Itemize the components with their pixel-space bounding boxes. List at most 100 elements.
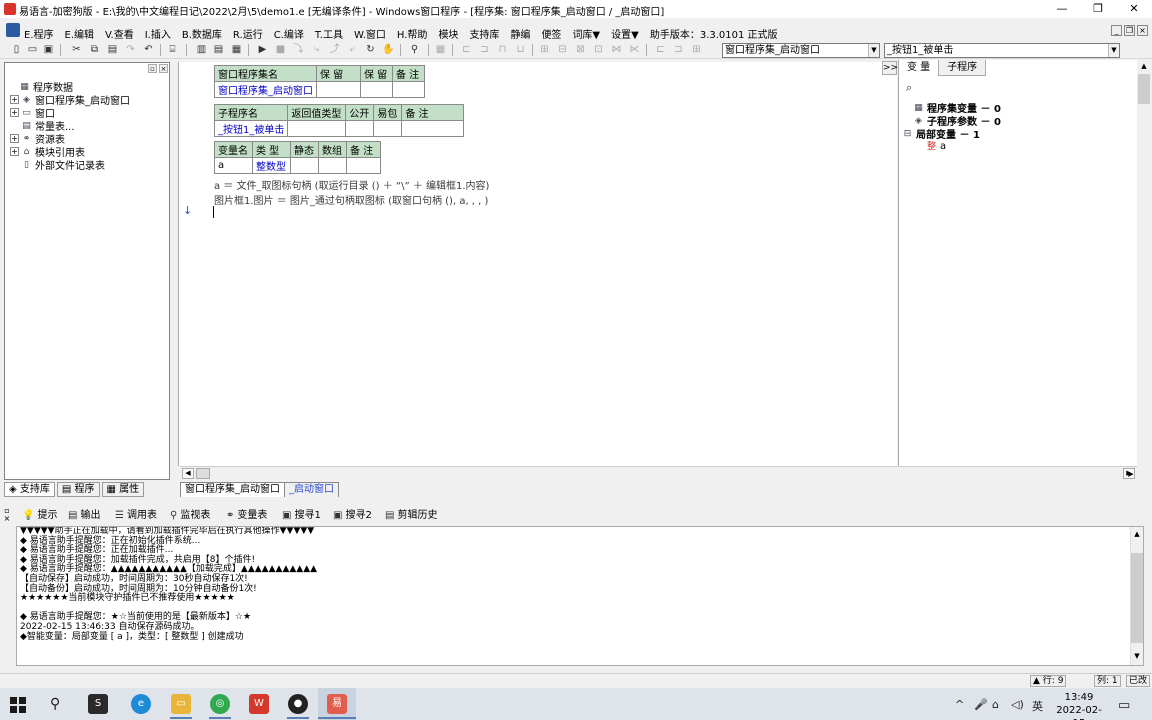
paste-icon[interactable]: ▤ — [106, 43, 119, 56]
minimize-button[interactable]: — — [1044, 0, 1080, 18]
tree-item[interactable]: + ⚭ 资源表 — [8, 132, 166, 146]
ime-indicator[interactable]: 英 — [1032, 698, 1043, 714]
table-cell[interactable] — [287, 120, 347, 137]
step-over-icon[interactable]: ⤴ — [328, 43, 341, 56]
table-cell[interactable] — [373, 120, 403, 137]
menu-help[interactable]: H.帮助 — [397, 26, 428, 41]
table-cell[interactable] — [290, 157, 319, 174]
edge-browser-icon[interactable]: e — [131, 694, 151, 714]
run-icon[interactable]: ▶ — [256, 43, 269, 56]
code-line[interactable]: a ＝ 文件_取图标句柄 (取运行目录 () ＋ “\” ＋ 编辑框1.内容) — [214, 177, 489, 192]
menu-compile[interactable]: C.编译 — [274, 26, 304, 41]
vertical-scrollbar[interactable]: ▲ — [1137, 60, 1151, 466]
split-view-icon[interactable]: ▦ — [230, 43, 243, 56]
tree-item[interactable]: + ▭ 窗口 — [8, 106, 166, 120]
menu-tools[interactable]: T.工具 — [315, 26, 343, 41]
splitter[interactable] — [171, 62, 178, 480]
same-size-icon[interactable]: ⊠ — [574, 43, 587, 56]
table-cell[interactable]: _按钮1_被单击 — [213, 120, 289, 137]
tree-item[interactable]: + ◈ 窗口程序集_启动窗口 — [8, 93, 166, 107]
layout-view-icon[interactable]: ▥ — [195, 43, 208, 56]
align-top-icon[interactable]: ⊓ — [496, 43, 509, 56]
tab-search2[interactable]: ▣ 搜寻2 — [333, 507, 372, 523]
new-file-icon[interactable]: ▯ — [10, 43, 23, 56]
code-editor[interactable]: ↓ 窗口程序集名 保 留 保 留 备 注 窗口程序集_启动窗口 子程序名 返回值… — [178, 62, 897, 466]
spacing-h-icon[interactable]: ⋈ — [610, 43, 623, 56]
table-cell[interactable] — [392, 81, 425, 98]
output-console[interactable]: ▼▼▼▼▼助手正在加载中，请看到加载插件完毕后在执行其他操作▼▼▼▼▼ ◆ 易语言… — [16, 526, 1144, 666]
tab-search1[interactable]: ▣ 搜寻1 — [282, 507, 321, 523]
order-front-icon[interactable]: ⊏ — [654, 43, 667, 56]
panel-close-button[interactable]: × — [159, 64, 168, 73]
tab-variable-table[interactable]: ⚭ 变量表 — [226, 507, 267, 523]
binoculars-icon[interactable]: ⚲ — [408, 43, 421, 56]
tree-item[interactable]: ▤ 常量表... — [8, 119, 166, 134]
document-icon[interactable] — [6, 23, 20, 37]
app-s-icon[interactable]: S — [88, 694, 108, 714]
table-cell[interactable]: a — [214, 157, 253, 174]
notification-icon[interactable]: ▭ — [1118, 698, 1130, 713]
subroutine-select[interactable]: _按钮1_被单击 ▼ — [884, 43, 1120, 58]
table-cell[interactable] — [401, 120, 465, 137]
panel-float-button[interactable]: ▫ — [148, 64, 157, 73]
tab-support-library[interactable]: ◈ 支持库 — [4, 482, 55, 497]
clock[interactable]: 13:49 2022-02-15 — [1052, 691, 1106, 720]
yiyuyan-app-icon[interactable]: 易 — [327, 694, 347, 714]
align-bottom-icon[interactable]: ⊔ — [514, 43, 527, 56]
mdi-close-button[interactable]: × — [1137, 25, 1148, 36]
menu-program[interactable]: E.程序 — [24, 26, 54, 41]
variable-node-icon[interactable]: ⊟ — [902, 129, 913, 139]
hand-icon[interactable]: ✋ — [382, 43, 395, 56]
menu-edit[interactable]: E.编辑 — [65, 26, 95, 41]
menu-lexicon[interactable]: 词库▼ — [572, 26, 600, 41]
table-cell[interactable] — [345, 120, 375, 137]
redo-icon[interactable]: ↷ — [124, 43, 137, 56]
chevron-down-icon[interactable]: ▼ — [868, 44, 879, 57]
expand-toggle-icon[interactable]: + — [10, 147, 19, 156]
menu-window[interactable]: W.窗口 — [354, 26, 386, 41]
windows-start-icon[interactable] — [10, 697, 26, 713]
variable-tree-item[interactable]: ⊟ 局部变量 － 1 — [902, 127, 1128, 142]
scroll-thumb[interactable] — [1138, 74, 1150, 104]
table-cell[interactable]: 窗口程序集_启动窗口 — [214, 81, 317, 98]
restore-button[interactable]: ❐ — [1080, 0, 1116, 18]
tab-hints[interactable]: 💡 提示 — [22, 507, 57, 523]
horizontal-scrollbar[interactable]: ◀ ▶ — [180, 466, 1137, 479]
scroll-down-icon[interactable]: ▼ — [1131, 650, 1143, 662]
network-icon[interactable]: ⌂ — [992, 698, 999, 711]
tab-assembly-window[interactable]: 窗口程序集_启动窗口 — [180, 482, 285, 497]
menu-insert[interactable]: I.插入 — [145, 26, 171, 41]
scroll-right-icon[interactable]: ▶ — [1126, 469, 1136, 479]
tab-clipboard-history[interactable]: ▤ 剪辑历史 — [385, 507, 437, 523]
tab-properties[interactable]: ▦ 属性 — [101, 482, 145, 497]
tab-call-table[interactable]: ☰ 调用表 — [115, 507, 157, 523]
expand-toggle-icon[interactable]: + — [10, 134, 19, 143]
save-icon[interactable]: ▣ — [42, 43, 55, 56]
search-icon[interactable]: ⌕ — [906, 81, 912, 95]
panel-close-button[interactable]: ▫ × — [2, 507, 12, 523]
lock-layout-icon[interactable]: ⊞ — [690, 43, 703, 56]
table-cell[interactable] — [360, 81, 393, 98]
step-out-icon[interactable]: ⤶ — [346, 43, 359, 56]
menu-support-lib[interactable]: 支持库 — [469, 26, 499, 41]
menu-module[interactable]: 模块 — [438, 26, 458, 41]
menu-settings[interactable]: 设置▼ — [611, 26, 639, 41]
align-left-icon[interactable]: ⊏ — [460, 43, 473, 56]
code-line[interactable]: 图片框1.图片 ＝ 图片_通过句柄取图标 (取窗口句柄 (), a, , , ) — [214, 192, 488, 207]
table-cell[interactable] — [318, 157, 347, 174]
tab-subroutines[interactable]: 子程序 — [939, 60, 987, 76]
step-icon[interactable]: ⤵ — [292, 43, 305, 56]
stop-icon[interactable]: ■ — [274, 43, 287, 56]
tab-startup-window[interactable]: _启动窗口 — [284, 482, 339, 497]
menu-run[interactable]: R.运行 — [233, 26, 263, 41]
wps-icon[interactable]: W — [249, 694, 269, 714]
menu-notes[interactable]: 便签 — [541, 26, 561, 41]
microphone-icon[interactable]: 🎤 — [974, 698, 988, 711]
expand-toggle-icon[interactable]: + — [10, 95, 19, 104]
collapse-panel-button[interactable]: >> — [882, 61, 898, 75]
order-back-icon[interactable]: ⊐ — [672, 43, 685, 56]
center-h-icon[interactable]: ⊡ — [592, 43, 605, 56]
expand-toggle-icon[interactable]: + — [10, 108, 19, 117]
same-width-icon[interactable]: ⊞ — [538, 43, 551, 56]
output-scrollbar[interactable]: ▲ ▼ — [1130, 527, 1143, 665]
